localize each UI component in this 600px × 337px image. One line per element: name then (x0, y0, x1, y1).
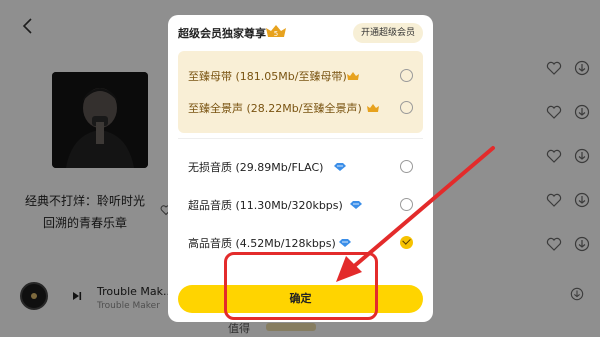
svip-level-badge-icon: 5 (266, 25, 286, 38)
option-atmos[interactable]: 至臻全景声 (28.22Mb/至臻全景声) (178, 94, 423, 122)
standard-options-group: 无损音质 (29.89Mb/FLAC) 超品音质 (11.30Mb/320kbp… (178, 143, 423, 255)
option-label: 至臻母带 (181.05Mb/至臻母带) (188, 70, 347, 83)
radio-button[interactable] (400, 101, 413, 114)
vip-diamond-icon (339, 239, 351, 247)
vip-diamond-icon (350, 201, 362, 209)
option-label: 超品音质 (11.30Mb/320kbps) (188, 199, 343, 212)
svip-options-group: 至臻母带 (181.05Mb/至臻母带) 至臻全景声 (28.22Mb/至臻全景… (178, 51, 423, 133)
radio-button[interactable] (400, 69, 413, 82)
option-high-quality[interactable]: 超品音质 (11.30Mb/320kbps) (178, 191, 423, 219)
modal-header: 超级会员独家尊享 5 开通超级会员 (168, 15, 433, 49)
option-label: 高品音质 (4.52Mb/128kbps) (188, 237, 336, 250)
group-divider (178, 138, 423, 139)
radio-button[interactable] (400, 198, 413, 211)
option-label: 无损音质 (29.89Mb/FLAC) (188, 161, 324, 174)
modal-title: 超级会员独家尊享 (178, 27, 266, 40)
svip-crown-icon (347, 72, 359, 80)
vip-diamond-icon (334, 163, 346, 171)
check-icon (402, 236, 411, 245)
svg-text:5: 5 (274, 30, 278, 38)
svip-crown-icon (367, 104, 379, 112)
option-lossless[interactable]: 无损音质 (29.89Mb/FLAC) (178, 153, 423, 181)
option-label: 至臻全景声 (28.22Mb/至臻全景声) (188, 102, 362, 115)
radio-button-selected[interactable] (400, 236, 413, 249)
annotation-highlight-box (224, 252, 378, 320)
radio-button[interactable] (400, 160, 413, 173)
open-svip-button[interactable]: 开通超级会员 (353, 23, 424, 43)
option-master-tape[interactable]: 至臻母带 (181.05Mb/至臻母带) (178, 62, 423, 90)
